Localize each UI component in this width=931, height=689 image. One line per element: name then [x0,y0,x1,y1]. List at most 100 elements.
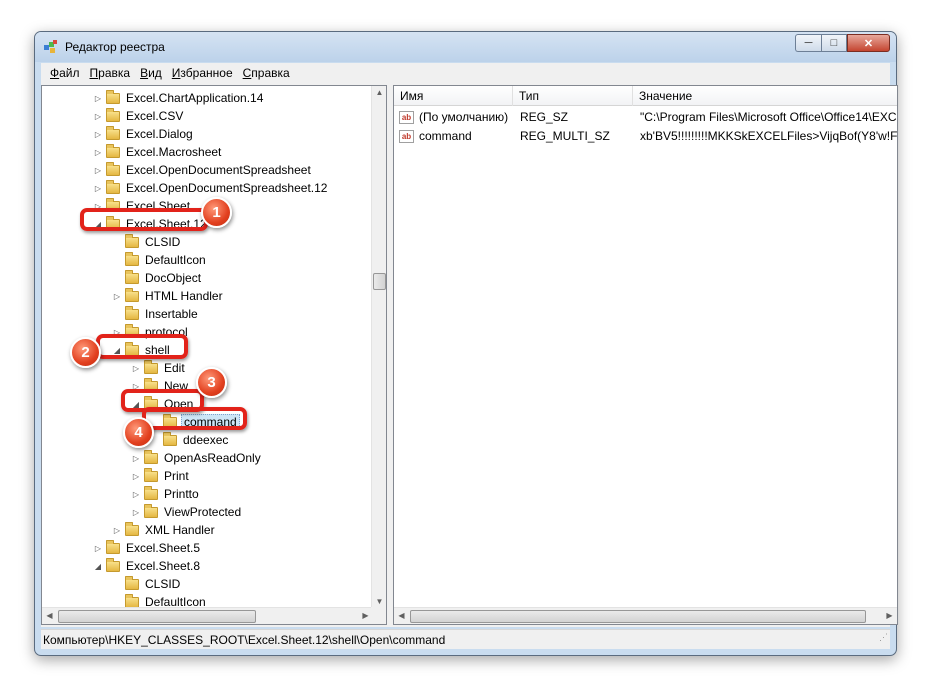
scroll-left-arrow-icon[interactable]: ◀ [394,611,409,620]
folder-icon [144,449,158,464]
annotation-badge-4: 4 [123,417,154,448]
tree-node[interactable]: ▷ Print [130,467,191,485]
value-data: "C:\Program Files\Microsoft Office\Offic… [640,110,897,124]
tree-node[interactable]: ▷ Printto [130,485,201,503]
expand-arrow-icon[interactable]: ▷ [111,526,123,535]
tree-node-label: Printto [164,487,199,501]
tree-node-label: ViewProtected [164,505,242,519]
tree-node[interactable]: DefaultIcon [111,593,208,608]
tree-vscroll-thumb[interactable] [373,273,386,290]
scroll-left-arrow-icon[interactable]: ◀ [42,611,57,620]
menu-view[interactable]: Вид [135,66,167,80]
scroll-right-arrow-icon[interactable]: ▶ [882,611,897,620]
tree-vertical-scrollbar[interactable]: ▲ ▼ [371,86,386,608]
tree-hscroll-thumb[interactable] [58,610,256,623]
tree-node[interactable]: ▷ Excel.Macrosheet [92,143,223,161]
values-hscroll-thumb[interactable] [410,610,866,623]
menu-help[interactable]: Справка [238,66,295,80]
annotation-badge-3: 3 [196,367,227,398]
menu-favorites-rest: збранное [180,66,233,80]
expand-arrow-icon[interactable]: ▷ [92,544,104,553]
close-button[interactable]: ✕ [847,34,890,52]
column-header-name[interactable]: Имя [394,86,513,106]
folder-icon [106,557,120,572]
tree-node[interactable]: ▷ OpenAsReadOnly [130,449,263,467]
folder-icon [144,503,158,518]
tree-node[interactable]: Insertable [111,305,200,323]
tree-node[interactable]: ▷ Excel.OpenDocumentSpreadsheet.12 [92,179,329,197]
expand-arrow-icon[interactable]: ▷ [130,508,142,517]
title-bar[interactable]: Редактор реестра ─ □ ✕ [35,32,896,62]
minimize-button[interactable]: ─ [795,34,821,52]
value-row-command[interactable]: ab command REG_MULTI_SZ xb'BV5!!!!!!!!!M… [394,127,897,146]
tree-node-label: Excel.OpenDocumentSpreadsheet.12 [126,181,328,195]
collapse-arrow-icon[interactable]: ◢ [92,562,104,571]
folder-icon [106,89,120,104]
expand-arrow-icon[interactable]: ▷ [92,112,104,121]
folder-icon [125,575,139,590]
tree-node[interactable]: ▷ Excel.Sheet.5 [92,539,202,557]
tree-node[interactable]: ▷ Excel.Dialog [92,125,195,143]
tree-node-label: Excel.ChartApplication.14 [126,91,264,105]
highlight-box-shell [96,334,188,359]
tree-node[interactable]: ▷ HTML Handler [111,287,225,305]
tree-node[interactable]: CLSID [111,575,182,593]
tree-node-label: XML Handler [145,523,215,537]
expand-arrow-icon[interactable]: ▷ [111,292,123,301]
tree-node-label: ddeexec [183,433,229,447]
folder-icon [106,125,120,140]
expand-arrow-icon[interactable]: ▷ [92,166,104,175]
tree-node[interactable]: ▷ Edit [130,359,187,377]
caption-buttons: ─ □ ✕ [795,34,890,52]
maximize-button[interactable]: □ [821,34,847,52]
folder-icon [106,161,120,176]
tree-node-label: HTML Handler [145,289,223,303]
menu-view-rest: ид [148,66,162,80]
string-value-icon: ab [399,111,414,124]
expand-arrow-icon[interactable]: ▷ [92,148,104,157]
folder-icon [125,593,139,608]
tree-node-label: Excel.Macrosheet [126,145,222,159]
tree-node[interactable]: DefaultIcon [111,251,208,269]
column-header-type[interactable]: Тип [513,86,633,106]
expand-arrow-icon[interactable]: ▷ [92,130,104,139]
tree-node[interactable]: ▷ Excel.ChartApplication.14 [92,89,265,107]
values-list-pane[interactable]: Имя Тип Значение ab (По умолчанию) REG_S… [393,85,898,625]
folder-icon [125,251,139,266]
values-horizontal-scrollbar[interactable]: ◀ ▶ [394,607,897,624]
expand-arrow-icon[interactable]: ▷ [130,490,142,499]
expand-arrow-icon[interactable]: ▷ [130,364,142,373]
value-name: (По умолчанию) [419,110,509,124]
menu-file[interactable]: Файл [45,66,85,80]
value-row-default[interactable]: ab (По умолчанию) REG_SZ "C:\Program Fil… [394,108,897,127]
menu-edit-hotkey: П [89,66,99,80]
scroll-down-arrow-icon[interactable]: ▼ [372,597,386,606]
tree-node-label: Insertable [145,307,198,321]
scroll-corner [371,607,386,624]
expand-arrow-icon[interactable]: ▷ [92,94,104,103]
tree-node[interactable]: CLSID [111,233,182,251]
tree-node-label: Excel.Sheet.5 [126,541,201,555]
folder-icon [163,431,177,446]
expand-arrow-icon[interactable]: ▷ [130,472,142,481]
tree-horizontal-scrollbar[interactable]: ◀ ▶ [42,607,373,624]
tree-node-label: CLSID [145,235,181,249]
folder-icon [144,485,158,500]
tree-node[interactable]: ▷ Excel.OpenDocumentSpreadsheet [92,161,313,179]
expand-arrow-icon[interactable]: ▷ [92,184,104,193]
value-type: REG_SZ [520,110,569,124]
menu-edit[interactable]: Правка [85,66,136,80]
menu-favorites[interactable]: Избранное [167,66,238,80]
scroll-up-arrow-icon[interactable]: ▲ [372,88,386,97]
tree-node-label: Excel.OpenDocumentSpreadsheet [126,163,311,177]
tree-node[interactable]: ▷ ViewProtected [130,503,243,521]
expand-arrow-icon[interactable]: ▷ [130,454,142,463]
column-header-value[interactable]: Значение [633,86,897,106]
tree-node[interactable]: ▷ XML Handler [111,521,217,539]
tree-node[interactable]: ddeexec [149,431,230,449]
tree-node[interactable]: DocObject [111,269,203,287]
resize-grip-icon[interactable]: ⋰ [879,627,888,647]
folder-icon [106,107,120,122]
tree-node[interactable]: ◢ Excel.Sheet.8 [92,557,202,575]
tree-node[interactable]: ▷ Excel.CSV [92,107,185,125]
